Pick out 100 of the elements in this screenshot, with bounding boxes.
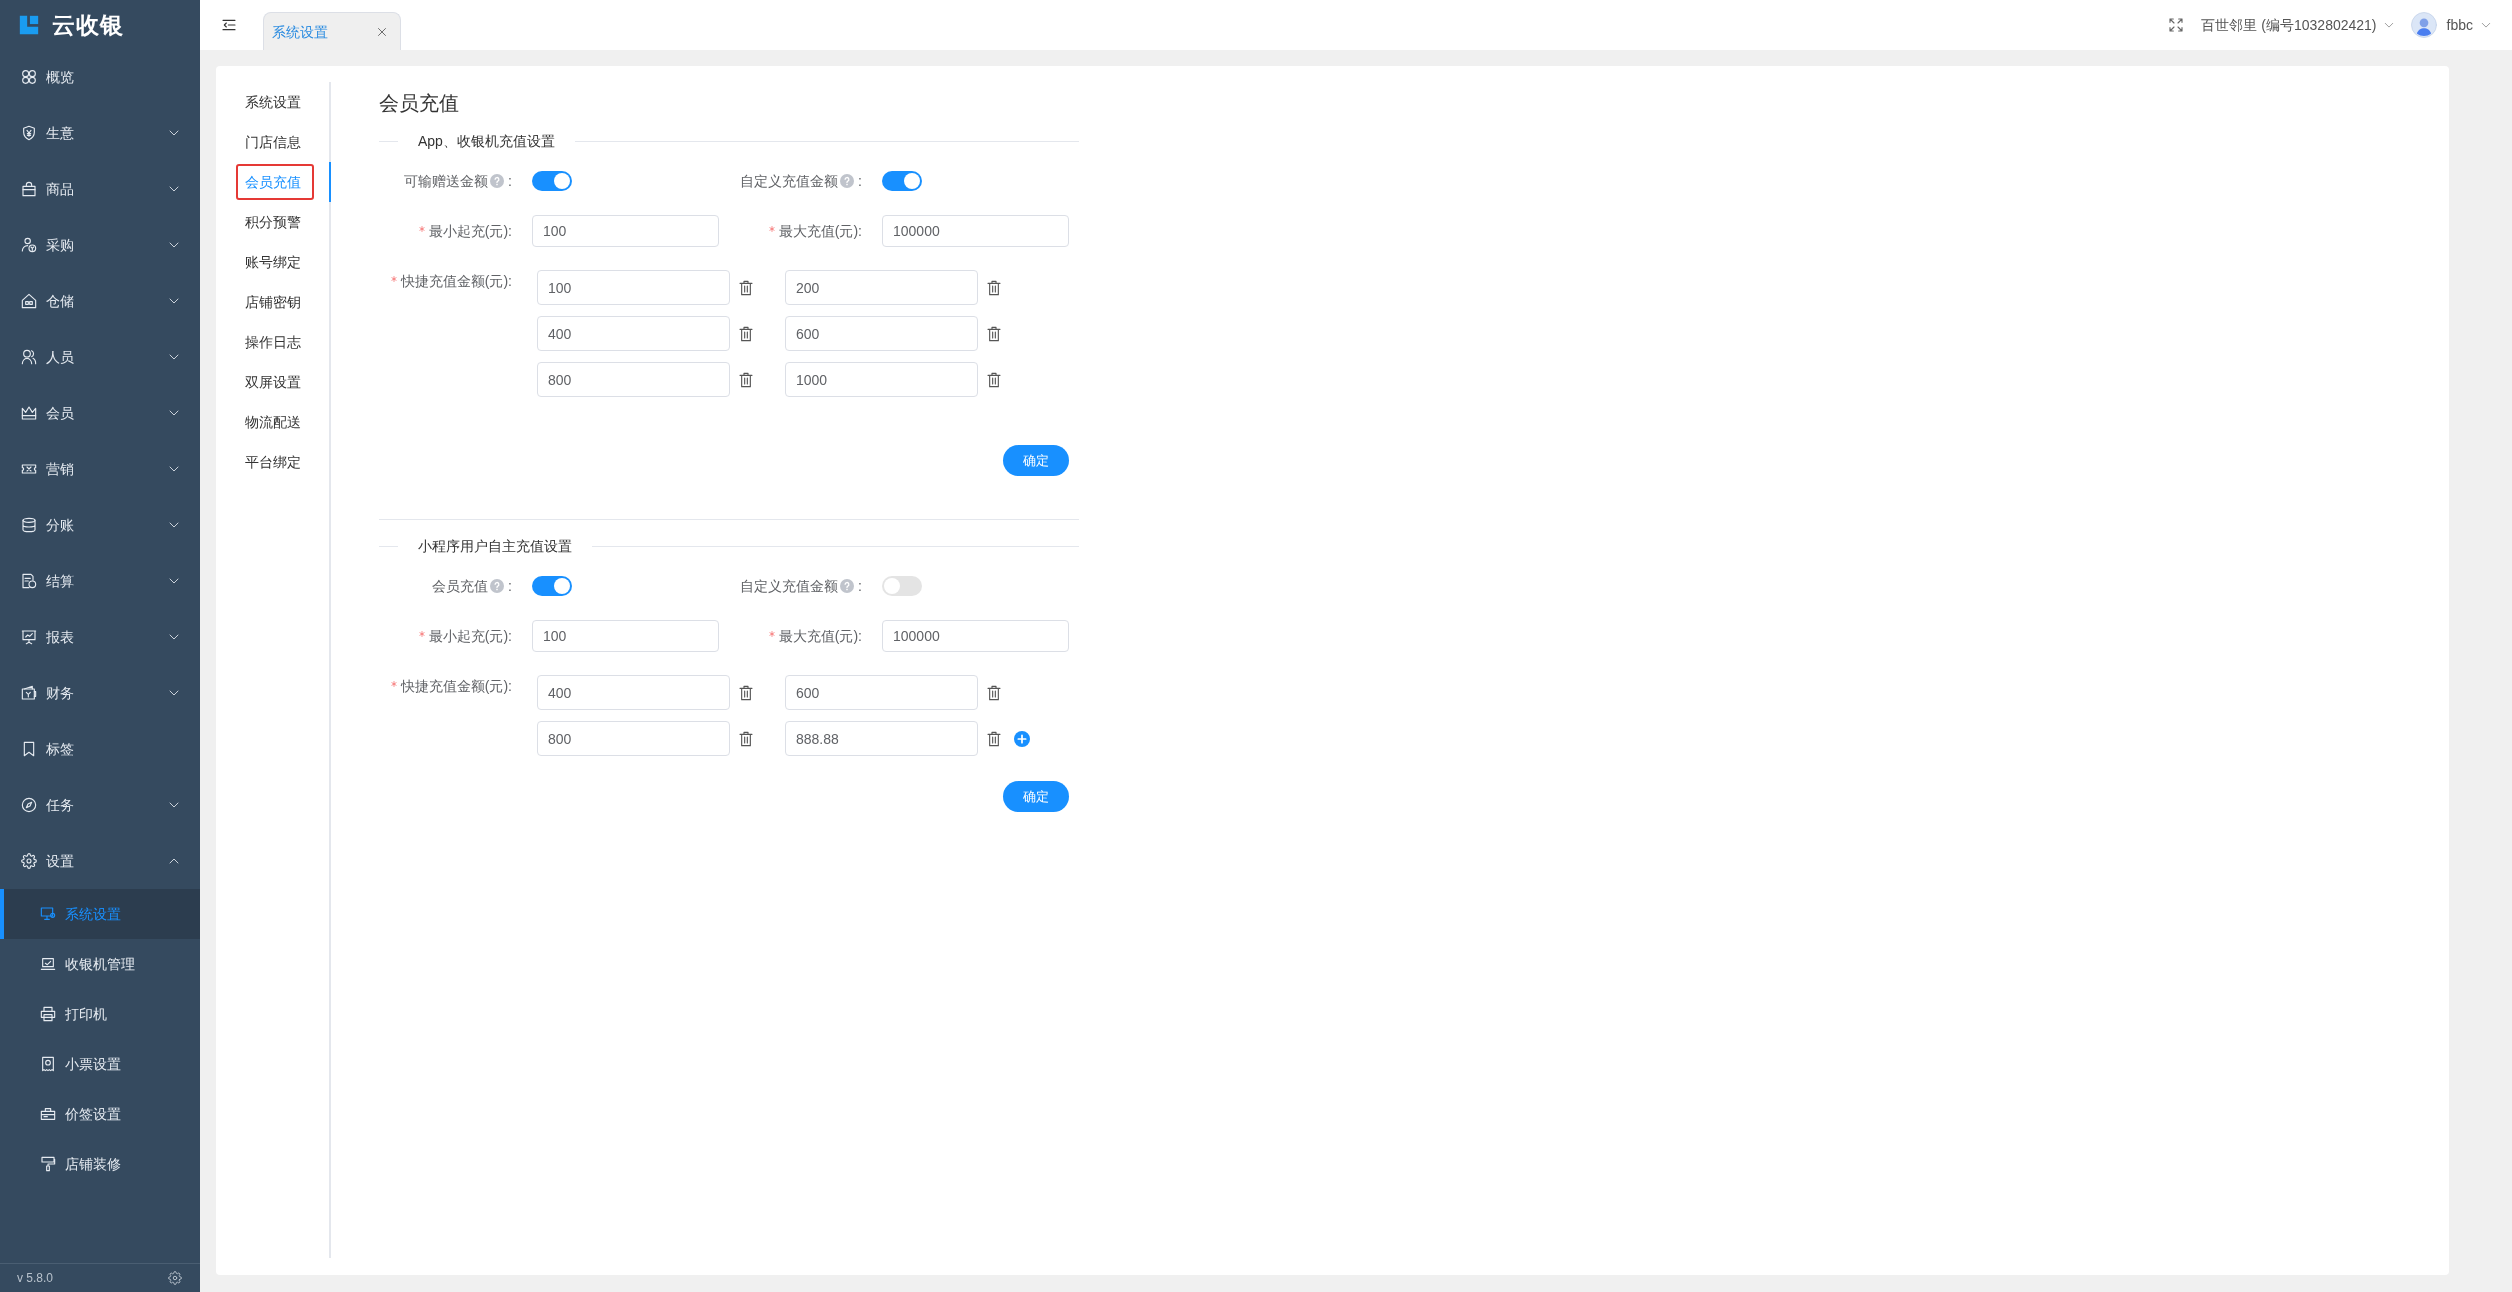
app-name: 云收银 [52, 10, 124, 39]
nav-item[interactable]: 商品 [0, 161, 200, 217]
section-title: App、收银机充值设置 [417, 132, 556, 151]
nav-item[interactable]: 标签 [0, 721, 200, 777]
amount-input[interactable]: 888.88 [785, 721, 978, 756]
label-colon: : [508, 172, 512, 191]
trash-icon[interactable] [738, 279, 754, 296]
trash-icon[interactable] [738, 325, 754, 342]
help-icon [490, 174, 505, 188]
amount-input[interactable]: 100 [532, 215, 719, 247]
field-label: 最大充值(元): [778, 627, 862, 646]
nav-item[interactable]: 分账 [0, 497, 200, 553]
nav-item[interactable]: 人员 [0, 329, 200, 385]
user-menu[interactable]: fbbc [2446, 15, 2491, 35]
amount-input[interactable]: 100 [537, 270, 730, 305]
add-icon[interactable] [1014, 730, 1030, 747]
trash-icon[interactable] [986, 371, 1002, 388]
nav-subitem[interactable]: 收银机管理 [0, 939, 200, 989]
trash-icon[interactable] [738, 684, 754, 701]
settings-icon [21, 853, 37, 869]
nav-item[interactable]: 会员 [0, 385, 200, 441]
ticket-icon [21, 461, 37, 477]
chevron-down-icon [2481, 20, 2491, 30]
nav-subitem[interactable]: 店铺装修 [0, 1139, 200, 1189]
person-coin-icon [21, 237, 37, 253]
trash-icon[interactable] [986, 684, 1002, 701]
field-label: 快捷充值金额(元): [400, 272, 512, 291]
settings-nav-item[interactable]: 积分预警 [236, 204, 314, 240]
nav-item[interactable]: 任务 [0, 777, 200, 833]
amount-input[interactable]: 400 [537, 316, 730, 351]
nav-subitem[interactable]: 价签设置 [0, 1089, 200, 1139]
bag-icon [21, 181, 37, 197]
settings-nav-item[interactable]: 店铺密钥 [236, 284, 314, 320]
clover-icon [21, 69, 37, 85]
amount-input[interactable]: 800 [537, 362, 730, 397]
amount-input[interactable]: 1000 [785, 362, 978, 397]
amount-input[interactable]: 600 [785, 316, 978, 351]
avatar-icon[interactable] [2410, 12, 2437, 38]
amount-input[interactable]: 400 [537, 675, 730, 710]
nav-item[interactable]: 结算 [0, 553, 200, 609]
document-icon [21, 573, 37, 589]
case-icon [40, 1106, 56, 1122]
nav-item[interactable]: 仓储 [0, 273, 200, 329]
nav-item[interactable]: 报表 [0, 609, 200, 665]
help-icon [490, 579, 505, 593]
trash-icon[interactable] [738, 371, 754, 388]
nav-item[interactable]: 采购 [0, 217, 200, 273]
trash-icon[interactable] [986, 325, 1002, 342]
help-icon [840, 579, 855, 593]
bookmark-icon [21, 741, 37, 757]
field-label: 可输赠送金额 [404, 172, 489, 191]
version-label: v 5.8.0 [17, 1270, 54, 1287]
field-label: 自定义充值金额 [740, 172, 839, 191]
amount-input[interactable]: 200 [785, 270, 978, 305]
nav-item[interactable]: 生意 [0, 105, 200, 161]
toggle-switch[interactable] [882, 171, 922, 191]
shield-icon [21, 125, 37, 141]
settings-nav-item[interactable]: 门店信息 [236, 124, 314, 160]
field-label: 最小起充(元): [428, 627, 512, 646]
settings-nav-item[interactable]: 系统设置 [236, 84, 314, 120]
trash-icon[interactable] [986, 279, 1002, 296]
toggle-switch[interactable] [882, 576, 922, 596]
users-icon [21, 349, 37, 365]
help-icon [840, 174, 855, 188]
field-label: 快捷充值金额(元): [400, 677, 512, 696]
nav-item[interactable]: 概览 [0, 49, 200, 105]
trash-icon[interactable] [986, 730, 1002, 747]
amount-input[interactable]: 100 [532, 620, 719, 652]
toggle-switch[interactable] [532, 171, 572, 191]
nav-subitem[interactable]: 打印机 [0, 989, 200, 1039]
settings-icon[interactable] [168, 1271, 182, 1285]
label-colon: : [858, 577, 862, 596]
amount-input[interactable]: 100000 [882, 215, 1069, 247]
settings-nav-item[interactable]: 操作日志 [236, 324, 314, 360]
menu-fold-icon[interactable] [221, 17, 237, 33]
amount-input[interactable]: 800 [537, 721, 730, 756]
house-icon [21, 293, 37, 309]
printer-icon [40, 1006, 56, 1022]
compass-icon [21, 797, 37, 813]
laptop-icon [40, 956, 56, 972]
store-switcher[interactable]: 百世邻里 (编号1032802421) [2201, 15, 2394, 35]
fullscreen-icon[interactable] [2168, 17, 2185, 33]
paint-roller-icon [40, 1156, 56, 1172]
settings-nav-item[interactable]: 物流配送 [236, 404, 314, 440]
settings-nav-item[interactable]: 账号绑定 [236, 244, 314, 280]
trash-icon[interactable] [738, 730, 754, 747]
settings-nav-item[interactable]: 平台绑定 [236, 444, 314, 480]
close-icon[interactable] [376, 25, 388, 38]
nav-subitem[interactable]: 小票设置 [0, 1039, 200, 1089]
settings-nav-item[interactable]: 双屏设置 [236, 364, 314, 400]
nav-item[interactable]: 设置 [0, 833, 200, 889]
amount-input[interactable]: 100000 [882, 620, 1069, 652]
nav-item[interactable]: 营销 [0, 441, 200, 497]
amount-input[interactable]: 600 [785, 675, 978, 710]
monitor-icon [40, 906, 56, 922]
field-label: 会员充值 [432, 577, 489, 596]
field-label: 最大充值(元): [778, 222, 862, 241]
toggle-switch[interactable] [532, 576, 572, 596]
crown-icon [21, 405, 37, 421]
nav-item[interactable]: 财务 [0, 665, 200, 721]
